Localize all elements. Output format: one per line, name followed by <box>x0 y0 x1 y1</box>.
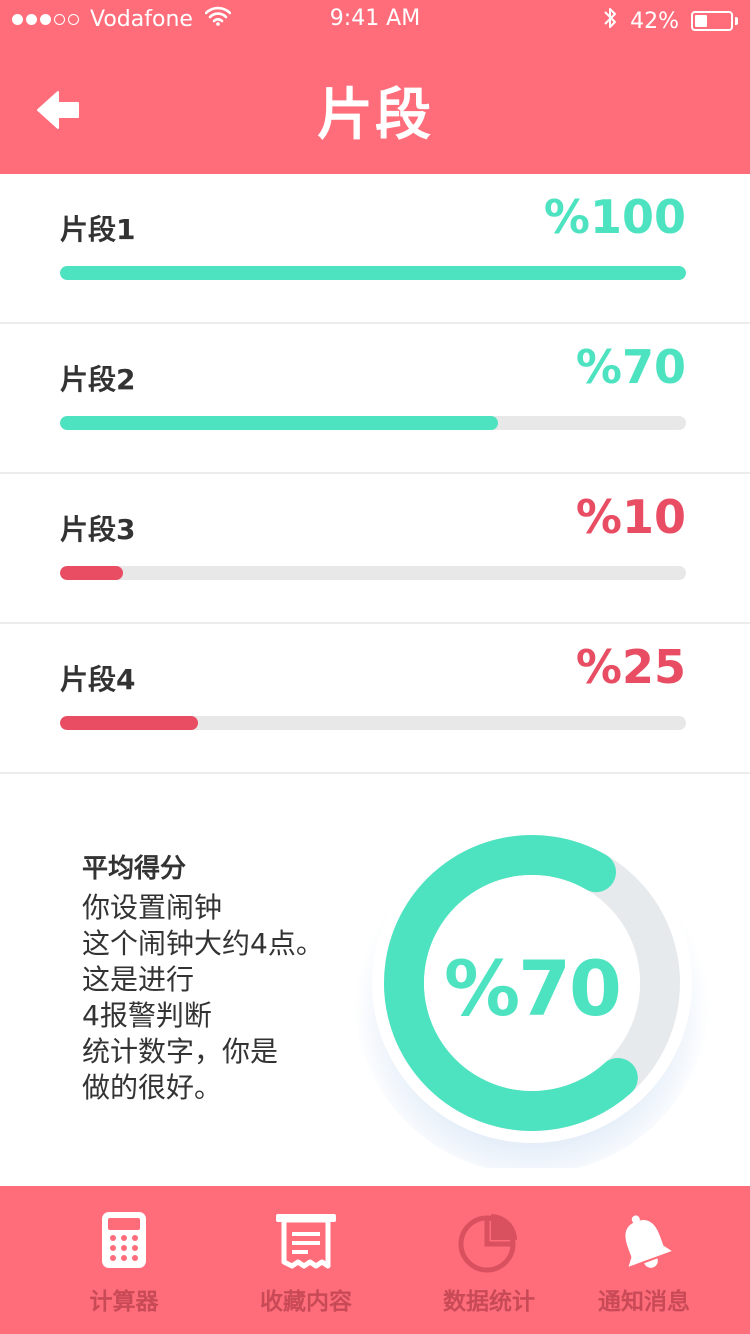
average-score-section: 平均得分 你设置闹钟 这个闹钟大约4点。 这是进行 4报警判断 统计数字，你是 … <box>0 772 750 1186</box>
summary-line: 这个闹钟大约4点。 <box>82 927 324 960</box>
segment-label: 片段3 <box>60 513 136 546</box>
segment-value: %10 <box>575 490 686 544</box>
progress-track <box>60 716 686 730</box>
summary-line: 这是进行 <box>82 963 195 996</box>
progress-fill <box>60 566 123 580</box>
segment-list: 片段1 %100 片段2 %70 片段3 %10 片段4 %25 <box>0 174 750 774</box>
progress-fill <box>60 416 499 430</box>
battery-level <box>695 15 707 27</box>
progress-fill <box>60 266 686 280</box>
segment-value: %70 <box>575 340 686 394</box>
battery-icon <box>691 11 733 31</box>
segment-label: 片段1 <box>60 213 136 246</box>
tab-label: 通知消息 <box>598 1289 690 1315</box>
progress-fill <box>60 716 198 730</box>
summary-line: 4报警判断 <box>82 999 212 1032</box>
segment-label: 片段2 <box>60 363 136 396</box>
tab-bar: 计算器 收藏内容 数据统计 通知消息 <box>0 1186 750 1334</box>
segment-row: 片段2 %70 <box>0 324 750 474</box>
progress-track <box>60 416 686 430</box>
status-right: 42% <box>602 6 738 36</box>
segment-label: 片段4 <box>60 663 136 696</box>
score-gauge: %70 <box>352 808 712 1168</box>
battery-cap <box>735 17 738 25</box>
gauge-value: %70 <box>444 943 622 1033</box>
segment-row: 片段3 %10 <box>0 474 750 624</box>
summary-description: 你设置闹钟 这个闹钟大约4点。 这是进行 4报警判断 统计数字，你是 做的很好。 <box>82 890 324 1106</box>
bell-icon <box>550 1210 738 1274</box>
summary-line: 你设置闹钟 <box>82 891 223 924</box>
page-title: 片段 <box>317 83 433 148</box>
tab-label: 计算器 <box>89 1289 159 1315</box>
screen: Vodafone 9:41 AM 42% 片段 片段1 %100 片段2 %70… <box>0 0 750 1334</box>
tab-label: 收藏内容 <box>260 1289 352 1315</box>
header: Vodafone 9:41 AM 42% 片段 <box>0 0 750 174</box>
segment-value: %25 <box>575 640 686 694</box>
receipt-icon <box>212 1210 400 1274</box>
battery-percent: 42% <box>630 8 679 34</box>
tab-favorites[interactable]: 收藏内容 <box>212 1186 400 1334</box>
bluetooth-icon <box>602 6 618 36</box>
segment-value: %100 <box>543 190 686 244</box>
calculator-icon <box>30 1210 218 1274</box>
progress-track <box>60 566 686 580</box>
progress-track <box>60 266 686 280</box>
summary-line: 统计数字，你是 <box>82 1035 279 1068</box>
segment-row: 片段4 %25 <box>0 624 750 774</box>
status-bar: Vodafone 9:41 AM 42% <box>0 0 750 40</box>
summary-line: 做的很好。 <box>82 1071 223 1104</box>
segment-row: 片段1 %100 <box>0 174 750 324</box>
summary-title: 平均得分 <box>82 854 187 884</box>
tab-calculator[interactable]: 计算器 <box>30 1186 218 1334</box>
tab-notifications[interactable]: 通知消息 <box>550 1186 738 1334</box>
